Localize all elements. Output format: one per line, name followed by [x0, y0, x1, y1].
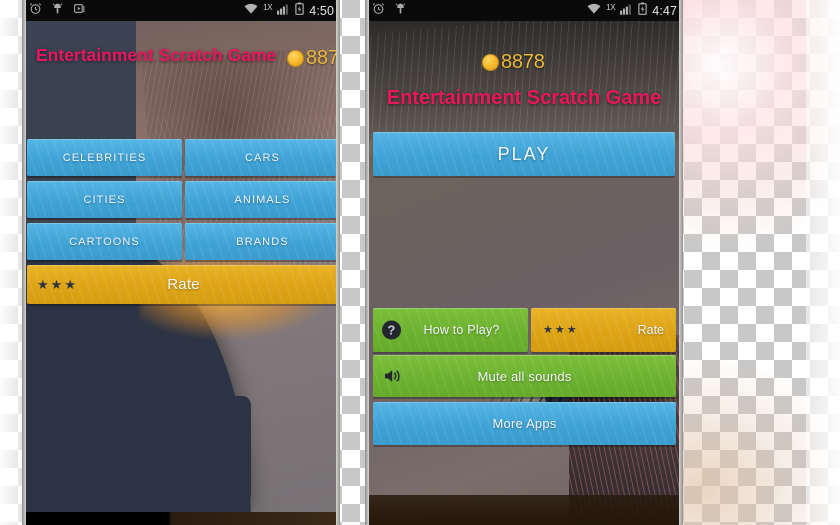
status-bar-left-icons: [29, 2, 86, 20]
mute-all-sounds-button[interactable]: Mute all sounds: [373, 355, 676, 397]
phone-right-bezel-right: [679, 0, 683, 525]
how-to-play-button[interactable]: ? How to Play?: [373, 308, 528, 352]
category-button-brands[interactable]: BRANDS: [185, 223, 340, 260]
coin-counter-left: 8878: [287, 47, 340, 70]
how-to-play-label: How to Play?: [423, 323, 500, 337]
phone-left: 1X 4:50 Entertainment Scratch Game 887 C…: [22, 0, 340, 525]
category-label: CARTOONS: [69, 235, 140, 248]
coin-count-left: 8878: [306, 47, 340, 69]
category-button-cars[interactable]: CARS: [185, 139, 340, 176]
network-type-label: 1X: [606, 3, 616, 12]
coin-count-right: 8878: [501, 51, 545, 73]
screen-left: Entertainment Scratch Game 8878 CELEBRIT…: [22, 21, 340, 525]
screenshot-canvas: 1X 4:50 Entertainment Scratch Game 887 C…: [0, 0, 840, 525]
phone-left-bezel-left: [22, 0, 26, 525]
backdrop-white-strip: [806, 0, 840, 525]
category-button-animals[interactable]: ANIMALS: [185, 181, 340, 218]
rate-label-left: Rate: [167, 276, 200, 293]
category-button-cities[interactable]: CITIES: [27, 181, 182, 218]
page-title-left: Entertainment Scratch Game: [36, 45, 277, 65]
category-label: CITIES: [83, 193, 126, 206]
wifi-icon: [244, 2, 258, 20]
category-label: CARS: [245, 151, 280, 164]
coin-icon: [287, 50, 304, 67]
question-mark-icon: ?: [382, 320, 401, 340]
more-apps-label: More Apps: [492, 416, 557, 431]
phone-right-bezel-left: [365, 0, 369, 525]
backdrop-left-fade: [0, 0, 22, 525]
phone-right: 1X 4:47 8878 Entertainment Scratch Game …: [365, 0, 683, 525]
status-bar-left: 1X 4:50: [22, 0, 340, 21]
android-head-icon: [394, 2, 407, 20]
coin-icon: [482, 54, 499, 71]
status-bar-clock: 4:47: [652, 3, 677, 18]
category-label: CELEBRITIES: [62, 151, 147, 164]
rate-button-right[interactable]: ★ ★ ★ Rate: [531, 308, 676, 352]
screen-right: 8878 Entertainment Scratch Game PLAY ? H…: [365, 21, 683, 525]
status-bar-right-icons: [372, 2, 407, 20]
play-button[interactable]: PLAY: [373, 132, 675, 176]
rating-stars-right: ★ ★ ★: [543, 323, 577, 336]
rate-button-left[interactable]: ★ ★ ★ Rate: [27, 265, 340, 304]
status-bar-right-system-icons: 1X 4:47: [587, 1, 677, 20]
play-label: PLAY: [497, 143, 551, 164]
android-head-icon: [51, 2, 64, 20]
category-button-celebrities[interactable]: CELEBRITIES: [27, 139, 182, 176]
category-button-cartoons[interactable]: CARTOONS: [27, 223, 182, 260]
wifi-icon: [587, 2, 601, 20]
coin-counter-right: 8878: [482, 51, 545, 74]
rating-stars-left: ★ ★ ★: [37, 277, 76, 292]
gallery-icon: [73, 2, 86, 20]
status-bar-clock: 4:50: [309, 3, 334, 18]
ui-overlay-left: Entertainment Scratch Game 8878 CELEBRIT…: [22, 21, 340, 525]
mute-label: Mute all sounds: [477, 368, 572, 384]
speaker-icon: [383, 368, 403, 384]
rate-label-right: Rate: [637, 323, 664, 337]
alarm-clock-icon: [372, 2, 385, 20]
category-label: ANIMALS: [234, 193, 291, 206]
battery-charging-icon: [295, 1, 304, 20]
battery-charging-icon: [638, 1, 647, 20]
backdrop-photo-wash-secondary: [660, 335, 840, 525]
signal-bars-icon: [277, 2, 290, 20]
category-label: BRANDS: [236, 235, 289, 248]
page-title-right: Entertainment Scratch Game: [386, 87, 662, 109]
signal-bars-icon: [620, 2, 633, 20]
phone-left-bezel-right: [336, 0, 340, 525]
status-bar-right: 1X 4:47: [365, 0, 683, 21]
alarm-clock-icon: [29, 2, 42, 20]
more-apps-button[interactable]: More Apps: [373, 402, 676, 445]
ui-overlay-right: 8878 Entertainment Scratch Game PLAY ? H…: [365, 21, 683, 525]
network-type-label: 1X: [263, 3, 273, 12]
status-bar-left-system-icons: 1X 4:50: [244, 1, 334, 20]
